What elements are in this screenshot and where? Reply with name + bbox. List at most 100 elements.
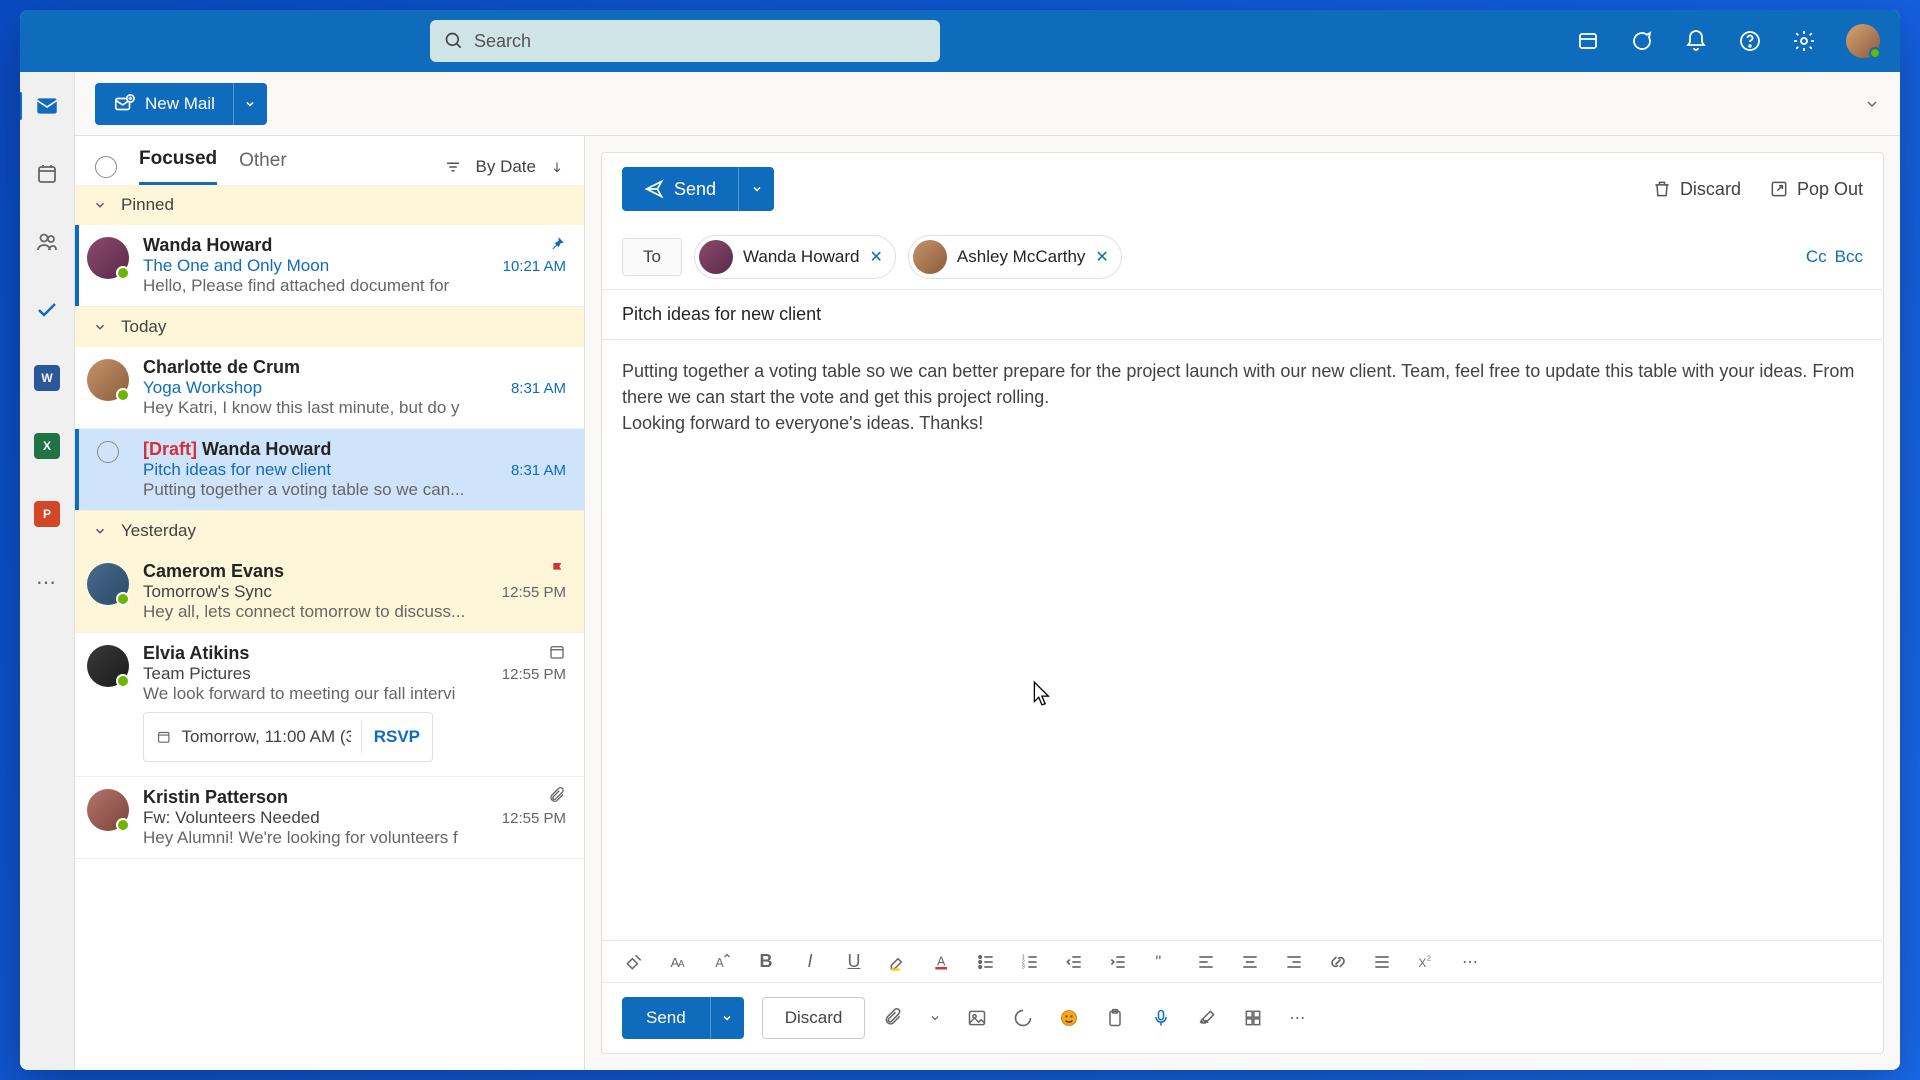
help-icon[interactable] bbox=[1738, 29, 1762, 53]
message-item[interactable]: Charlotte de Crum Yoga Workshop8:31 AM H… bbox=[75, 347, 584, 429]
svg-text:3: 3 bbox=[1022, 964, 1025, 970]
to-field-button[interactable]: To bbox=[622, 238, 682, 276]
subject-input[interactable] bbox=[622, 304, 1863, 325]
tab-other[interactable]: Other bbox=[239, 150, 287, 184]
sort-label[interactable]: By Date bbox=[476, 157, 536, 177]
section-pinned[interactable]: Pinned bbox=[75, 185, 584, 225]
filter-icon[interactable] bbox=[444, 158, 462, 176]
section-today[interactable]: Today bbox=[75, 307, 584, 347]
more-options-icon[interactable]: ⋯ bbox=[1289, 1008, 1305, 1028]
send-button[interactable]: Send bbox=[622, 167, 738, 211]
cc-button[interactable]: Cc bbox=[1806, 247, 1827, 267]
rail-powerpoint[interactable]: P bbox=[27, 494, 67, 534]
new-mail-dropdown[interactable] bbox=[233, 83, 267, 125]
discard-button[interactable]: Discard bbox=[1652, 179, 1741, 200]
chat-icon[interactable] bbox=[1630, 29, 1654, 53]
flag-icon[interactable] bbox=[550, 561, 566, 577]
more-format-icon[interactable]: ⋯ bbox=[1458, 952, 1482, 972]
bell-icon[interactable] bbox=[1684, 29, 1708, 53]
message-item[interactable]: Elvia Atikins Team Pictures12:55 PM We l… bbox=[75, 633, 584, 777]
ribbon-expand-icon[interactable] bbox=[1864, 96, 1880, 112]
attach-icon[interactable] bbox=[883, 1008, 903, 1028]
numbering-icon[interactable]: 123 bbox=[1018, 952, 1042, 972]
font-color-icon[interactable]: A bbox=[930, 952, 954, 972]
link-icon[interactable] bbox=[1326, 952, 1350, 972]
indent-icon[interactable] bbox=[1106, 952, 1130, 972]
outdent-icon[interactable] bbox=[1062, 952, 1086, 972]
align-justify-icon[interactable] bbox=[1370, 952, 1394, 972]
italic-button[interactable]: I bbox=[798, 951, 822, 972]
font-family-icon[interactable]: AA bbox=[666, 952, 690, 972]
bottom-send-dropdown[interactable] bbox=[710, 997, 744, 1039]
quote-icon[interactable]: " bbox=[1150, 952, 1174, 972]
rail-more[interactable]: ⋯ bbox=[27, 562, 67, 602]
highlight-icon[interactable] bbox=[886, 952, 910, 972]
rail-calendar[interactable] bbox=[27, 154, 67, 194]
loop-icon[interactable] bbox=[1013, 1008, 1033, 1028]
bcc-button[interactable]: Bcc bbox=[1835, 247, 1863, 267]
remove-recipient-icon[interactable]: ✕ bbox=[870, 247, 883, 267]
trash-icon bbox=[1652, 179, 1672, 199]
emoji-icon[interactable] bbox=[1059, 1008, 1079, 1028]
select-all-checkbox[interactable] bbox=[95, 156, 117, 178]
recipient-pill[interactable]: Wanda Howard ✕ bbox=[694, 235, 896, 279]
bottom-discard-button[interactable]: Discard bbox=[762, 997, 866, 1039]
send-label: Send bbox=[674, 179, 716, 200]
body-paragraph: Looking forward to everyone's ideas. Tha… bbox=[622, 410, 1863, 436]
rail-todo[interactable] bbox=[27, 290, 67, 330]
avatar bbox=[87, 645, 129, 687]
msg-time: 8:31 AM bbox=[511, 380, 566, 397]
rail-excel[interactable]: X bbox=[27, 426, 67, 466]
msg-preview: We look forward to meeting our fall inte… bbox=[143, 684, 566, 704]
signature-icon[interactable] bbox=[1197, 1008, 1217, 1028]
rail-people[interactable] bbox=[27, 222, 67, 262]
align-right-icon[interactable] bbox=[1282, 952, 1306, 972]
bold-button[interactable]: B bbox=[754, 951, 778, 972]
popout-button[interactable]: Pop Out bbox=[1769, 179, 1863, 200]
superscript-icon[interactable]: X2 bbox=[1414, 952, 1438, 972]
mail-plus-icon bbox=[113, 93, 135, 115]
recipient-pill[interactable]: Ashley McCarthy ✕ bbox=[908, 235, 1122, 279]
rail-mail[interactable] bbox=[27, 86, 67, 126]
bullets-icon[interactable] bbox=[974, 952, 998, 972]
format-painter-icon[interactable] bbox=[622, 952, 646, 972]
section-yesterday[interactable]: Yesterday bbox=[75, 511, 584, 551]
attach-dropdown-icon[interactable] bbox=[929, 1012, 941, 1024]
message-item[interactable]: Wanda Howard The One and Only Moon10:21 … bbox=[75, 225, 584, 307]
msg-checkbox[interactable] bbox=[97, 441, 119, 463]
send-dropdown[interactable] bbox=[738, 167, 774, 211]
align-center-icon[interactable] bbox=[1238, 952, 1262, 972]
font-size-icon[interactable]: A bbox=[710, 952, 734, 972]
rsvp-button[interactable]: RSVP bbox=[361, 721, 432, 753]
msg-time: 10:21 AM bbox=[503, 258, 566, 275]
dictate-icon[interactable] bbox=[1151, 1008, 1171, 1028]
remove-recipient-icon[interactable]: ✕ bbox=[1095, 247, 1108, 267]
message-item[interactable]: Kristin Patterson Fw: Volunteers Needed1… bbox=[75, 777, 584, 859]
align-left-icon[interactable] bbox=[1194, 952, 1218, 972]
rsvp-time: Tomorrow, 11:00 AM (30m bbox=[181, 727, 350, 747]
clipboard-icon[interactable] bbox=[1105, 1008, 1125, 1028]
bottom-send-button[interactable]: Send bbox=[622, 997, 710, 1039]
apps-icon[interactable] bbox=[1243, 1008, 1263, 1028]
message-item[interactable]: Camerom Evans Tomorrow's Sync12:55 PM He… bbox=[75, 551, 584, 633]
panel-icon[interactable] bbox=[1576, 29, 1600, 53]
msg-sender: Elvia Atikins bbox=[143, 643, 249, 664]
avatar bbox=[699, 240, 733, 274]
gear-icon[interactable] bbox=[1792, 29, 1816, 53]
search-input[interactable] bbox=[474, 31, 926, 52]
sort-arrow-icon[interactable] bbox=[550, 160, 564, 174]
new-mail-button[interactable]: New Mail bbox=[95, 83, 233, 125]
compose-body[interactable]: Putting together a voting table so we ca… bbox=[602, 340, 1883, 940]
msg-preview: Hello, Please find attached document for bbox=[143, 276, 566, 296]
rail-word[interactable]: W bbox=[27, 358, 67, 398]
underline-button[interactable]: U bbox=[842, 951, 866, 972]
tab-focused[interactable]: Focused bbox=[139, 148, 217, 185]
msg-sender: Charlotte de Crum bbox=[143, 357, 566, 378]
search-box[interactable] bbox=[430, 20, 940, 62]
pin-icon[interactable] bbox=[548, 235, 566, 253]
profile-avatar[interactable] bbox=[1846, 24, 1880, 58]
image-icon[interactable] bbox=[967, 1008, 987, 1028]
msg-time: 12:55 PM bbox=[502, 584, 566, 601]
message-item-selected[interactable]: [Draft] Wanda Howard Pitch ideas for new… bbox=[75, 429, 584, 511]
section-label: Yesterday bbox=[121, 521, 196, 541]
